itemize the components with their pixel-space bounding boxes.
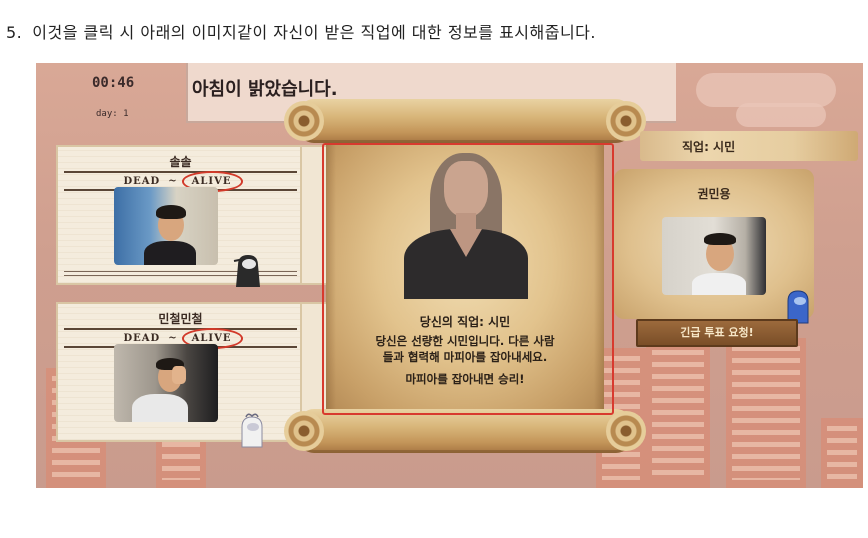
player-name: 솔솔 [169, 155, 192, 169]
self-name: 권민용 [697, 187, 731, 201]
self-webcam [662, 217, 766, 295]
alive-label[interactable]: ALIVE [181, 170, 244, 192]
player-webcam [114, 344, 218, 422]
background-cloud [696, 73, 836, 107]
background-building [726, 338, 806, 488]
background-cloud [736, 103, 826, 127]
card-line [64, 275, 297, 276]
game-screenshot: 00:46 day: 1 아침이 밝았습니다. 솔솔 DEAD ~ ALIVE … [36, 63, 863, 488]
separator-icon: ~ [168, 332, 178, 344]
player-card[interactable]: 솔솔 DEAD ~ ALIVE [56, 145, 305, 285]
background-building [821, 418, 863, 488]
instruction-text: 5. 이것을 클릭 시 아래의 이미지같이 자신이 받은 직업에 대한 정보를 표… [6, 19, 596, 43]
character-icon [233, 255, 260, 287]
dead-label[interactable]: DEAD [124, 176, 161, 187]
separator-icon: ~ [168, 175, 178, 187]
day-counter: day: 1 [96, 109, 129, 119]
scroll-top-roll [284, 99, 646, 143]
card-line [64, 271, 297, 272]
player-name: 민철민철 [158, 312, 203, 326]
character-icon [241, 413, 263, 448]
game-timer: 00:46 [92, 75, 135, 91]
scroll-bottom-roll [284, 409, 646, 453]
player-webcam [114, 187, 218, 265]
step-description: 이것을 클릭 시 아래의 이미지같이 자신이 받은 직업에 대한 정보를 표시해… [32, 23, 596, 42]
job-label-banner[interactable] [640, 131, 858, 161]
highlight-box [322, 143, 614, 415]
alive-label[interactable]: ALIVE [181, 327, 244, 349]
announcement-text: 아침이 밝았습니다. [192, 79, 338, 100]
player-card[interactable]: 민철민철 DEAD ~ ALIVE [56, 302, 305, 442]
job-label[interactable]: 직업: 시민 [682, 138, 735, 155]
dead-label[interactable]: DEAD [124, 333, 161, 344]
emergency-vote-button[interactable]: 긴급 투표 요청! [636, 319, 798, 347]
step-number: 5. [6, 23, 23, 42]
